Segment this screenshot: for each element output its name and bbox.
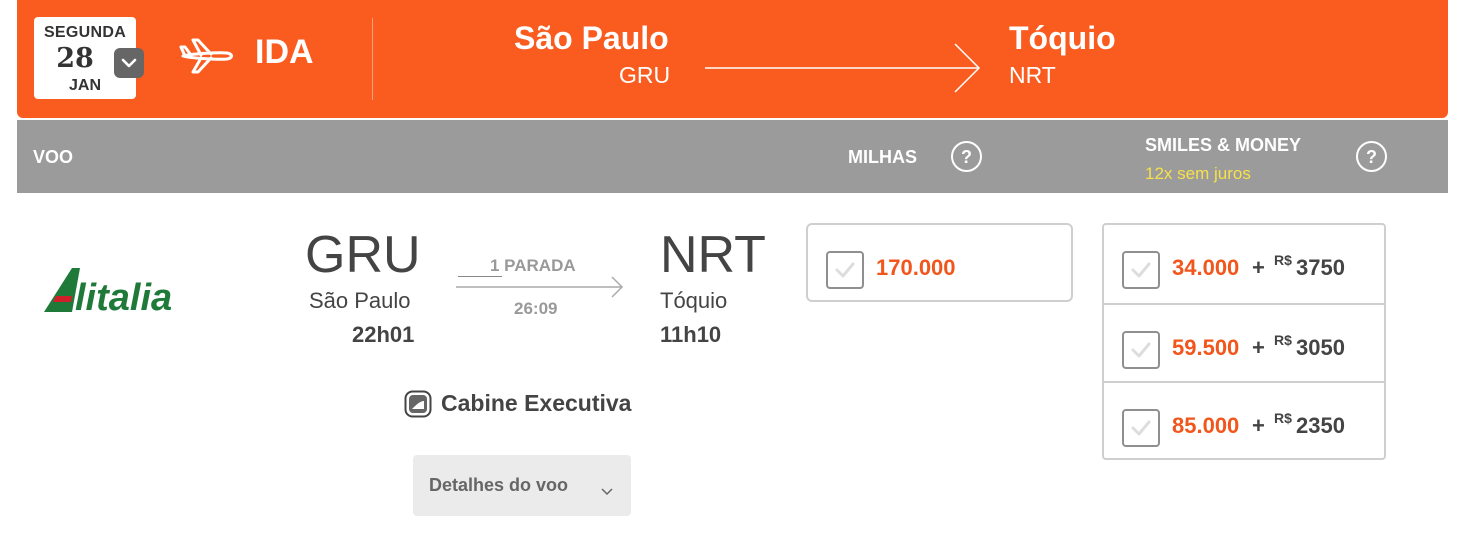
smiles-money-option[interactable]: 85.000 + R$ 2350 bbox=[1104, 381, 1384, 461]
column-smiles-money-label: SMILES & MONEY bbox=[1145, 135, 1302, 155]
destination-code: NRT bbox=[1009, 62, 1056, 88]
miles-price: 170.000 bbox=[876, 255, 956, 280]
destination-city-name: Tóquio bbox=[660, 288, 728, 313]
currency-symbol: R$ bbox=[1274, 252, 1292, 268]
origin-city: São Paulo bbox=[514, 20, 669, 56]
smiles-money-option[interactable]: 59.500 + R$ 3050 bbox=[1104, 303, 1384, 383]
departure-time: 22h01 bbox=[352, 322, 415, 347]
svg-text:litalia: litalia bbox=[75, 277, 172, 314]
origin-airport-code: GRU bbox=[305, 226, 421, 284]
smiles-money-amount: 2350 bbox=[1296, 413, 1345, 438]
installments-label: 12x sem juros bbox=[1145, 164, 1251, 183]
flight-route-header: SEGUNDA 28 JAN IDA São Paulo GRU Tóquio … bbox=[17, 0, 1448, 118]
miles-checkbox[interactable] bbox=[826, 251, 864, 289]
stops-label: 1 PARADA bbox=[490, 256, 576, 275]
smiles-money-checkbox[interactable] bbox=[1122, 331, 1160, 369]
plus-sign: + bbox=[1252, 335, 1265, 360]
plus-sign: + bbox=[1252, 413, 1265, 438]
direction-label: IDA bbox=[255, 33, 314, 71]
cabin-class: Cabine Executiva bbox=[441, 390, 632, 416]
currency-symbol: R$ bbox=[1274, 332, 1292, 348]
date-selector[interactable]: SEGUNDA 28 JAN bbox=[34, 17, 144, 99]
arrow-right-icon bbox=[705, 42, 981, 99]
smiles-money-checkbox[interactable] bbox=[1122, 251, 1160, 289]
plus-sign: + bbox=[1252, 255, 1265, 280]
smiles-money-miles: 34.000 bbox=[1172, 255, 1240, 280]
origin-city-name: São Paulo bbox=[309, 288, 411, 313]
date-month: JAN bbox=[68, 77, 101, 94]
column-flight-label: VOO bbox=[33, 147, 74, 167]
column-miles-label: MILHAS bbox=[848, 147, 917, 167]
smiles-money-miles: 85.000 bbox=[1172, 413, 1240, 438]
smiles-money-checkbox[interactable] bbox=[1122, 409, 1160, 447]
smiles-money-option[interactable]: 34.000 + R$ 3750 bbox=[1104, 225, 1384, 303]
alitalia-logo: litalia bbox=[42, 262, 226, 319]
origin-code: GRU bbox=[619, 62, 671, 88]
destination-city: Tóquio bbox=[1009, 20, 1116, 56]
seat-icon bbox=[404, 390, 432, 423]
airplane-icon bbox=[179, 36, 235, 81]
flight-details-label: Detalhes do voo bbox=[429, 475, 569, 495]
miles-option[interactable]: 170.000 bbox=[806, 223, 1073, 302]
smiles-money-amount: 3750 bbox=[1296, 255, 1345, 280]
smiles-money-help-icon[interactable]: ? bbox=[1356, 141, 1387, 172]
column-header: VOO MILHAS ? SMILES & MONEY 12x sem juro… bbox=[17, 120, 1448, 193]
arrival-time: 11h10 bbox=[660, 322, 722, 347]
chevron-down-icon bbox=[601, 480, 613, 501]
smiles-money-options: 34.000 + R$ 3750 59.500 + R$ 3050 85.000… bbox=[1102, 223, 1386, 460]
chevron-down-icon[interactable] bbox=[114, 48, 144, 78]
flight-duration: 26:09 bbox=[514, 299, 558, 318]
currency-symbol: R$ bbox=[1274, 410, 1292, 426]
smiles-money-miles: 59.500 bbox=[1172, 335, 1240, 360]
flight-details-button[interactable]: Detalhes do voo bbox=[413, 455, 631, 516]
smiles-money-amount: 3050 bbox=[1296, 335, 1345, 360]
date-weekday: SEGUNDA bbox=[43, 24, 127, 41]
miles-help-icon[interactable]: ? bbox=[951, 141, 982, 172]
header-divider bbox=[372, 18, 373, 100]
destination-airport-code: NRT bbox=[660, 226, 766, 284]
